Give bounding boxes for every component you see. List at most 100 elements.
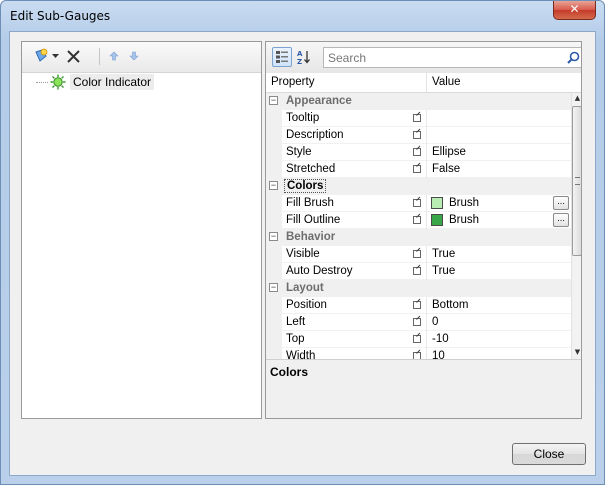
sub-gauges-panel: Color Indicator	[21, 41, 262, 419]
edit-brush-button[interactable]: ...	[553, 196, 569, 210]
add-gauge-button[interactable]	[32, 47, 50, 65]
property-value[interactable]: Brush	[449, 197, 479, 209]
edit-property-icon[interactable]	[413, 216, 421, 224]
edit-property-icon[interactable]	[413, 318, 421, 326]
move-down-icon	[129, 51, 139, 61]
property-value[interactable]: True	[432, 248, 455, 260]
close-button[interactable]: Close	[512, 443, 586, 465]
category-label: Appearance	[286, 95, 352, 107]
scrollbar-thumb[interactable]	[572, 106, 581, 256]
property-list: − Appearance Tooltip Description Style E…	[266, 93, 571, 359]
move-up-button[interactable]	[106, 47, 122, 65]
property-column-header: Property	[271, 76, 315, 88]
property-grid: A Z Property	[265, 41, 582, 419]
description-title: Colors	[270, 365, 309, 379]
collapse-icon[interactable]: −	[269, 96, 278, 105]
edit-property-icon[interactable]	[413, 250, 421, 258]
category-row[interactable]: − Layout	[266, 280, 571, 297]
category-label: Behavior	[286, 231, 336, 243]
property-name: Stretched	[286, 163, 336, 175]
property-value[interactable]: Ellipse	[432, 146, 466, 158]
svg-text:A: A	[297, 50, 303, 58]
property-row[interactable]: Tooltip	[266, 110, 571, 127]
collapse-icon[interactable]: −	[269, 232, 278, 241]
property-value[interactable]: 10	[432, 350, 445, 359]
tree-item-label: Color Indicator	[70, 74, 155, 90]
scroll-up-icon[interactable]: ▲	[573, 94, 581, 104]
add-gauge-dropdown[interactable]	[51, 47, 60, 65]
property-name: Visible	[286, 248, 320, 260]
edit-property-icon[interactable]	[413, 165, 421, 173]
close-icon: ✕	[569, 2, 580, 16]
edit-property-icon[interactable]	[413, 199, 421, 207]
edit-property-icon[interactable]	[413, 267, 421, 275]
edit-property-icon[interactable]	[413, 114, 421, 122]
edit-property-icon[interactable]	[413, 335, 421, 343]
description-pane: Colors	[266, 359, 581, 418]
title-bar[interactable]: Edit Sub-Gauges ✕	[1, 1, 604, 31]
category-label: Layout	[286, 282, 324, 294]
scroll-down-icon[interactable]: ▼	[573, 348, 581, 358]
search-input[interactable]	[324, 48, 568, 67]
property-row[interactable]: Fill Outline Brush ...	[266, 212, 571, 229]
window-close-button[interactable]: ✕	[553, 1, 596, 20]
property-row[interactable]: Auto Destroy True	[266, 263, 571, 280]
dropdown-arrow-icon	[52, 53, 59, 58]
edit-property-icon[interactable]	[413, 148, 421, 156]
categorized-view-icon	[276, 51, 288, 63]
property-row[interactable]: Description	[266, 127, 571, 144]
alphabetical-sort-icon: A Z	[297, 50, 310, 65]
move-up-icon	[109, 51, 119, 61]
property-row[interactable]: Fill Brush Brush ...	[266, 195, 571, 212]
delete-button[interactable]	[64, 47, 82, 65]
property-row[interactable]: Visible True	[266, 246, 571, 263]
dialog-content: Color Indicator A Z Search Property Valu…	[9, 31, 596, 476]
dialog-window: Edit Sub-Gauges ✕ Color Indicator A Z Se…	[0, 0, 605, 485]
property-value[interactable]: -10	[432, 333, 449, 345]
search-icon	[567, 51, 580, 64]
svg-text:Z: Z	[297, 58, 302, 65]
edit-brush-button[interactable]: ...	[553, 213, 569, 227]
property-value[interactable]: False	[432, 163, 460, 175]
value-column-header: Value	[432, 76, 461, 88]
grip-icon	[575, 177, 580, 185]
property-value[interactable]: Bottom	[432, 299, 468, 311]
edit-property-icon[interactable]	[413, 131, 421, 139]
property-name: Width	[286, 350, 316, 359]
collapse-icon[interactable]: −	[269, 181, 278, 190]
property-name: Description	[286, 129, 344, 141]
property-name: Fill Outline	[286, 214, 341, 226]
search-button[interactable]	[567, 51, 580, 67]
property-name: Fill Brush	[286, 197, 334, 209]
property-row[interactable]: Position Bottom	[266, 297, 571, 314]
category-row[interactable]: − Behavior	[266, 229, 571, 246]
sub-gauges-toolbar	[22, 42, 261, 73]
property-row[interactable]: Width 10	[266, 348, 571, 359]
property-grid-header: Property Value	[266, 73, 581, 93]
property-row[interactable]: Left 0	[266, 314, 571, 331]
property-row[interactable]: Style Ellipse	[266, 144, 571, 161]
category-row[interactable]: − Appearance	[266, 93, 571, 110]
column-divider[interactable]	[426, 73, 427, 92]
property-name: Tooltip	[286, 112, 320, 124]
property-name: Style	[286, 146, 312, 158]
category-row[interactable]: − Colors	[266, 178, 571, 195]
tree-item-color-indicator[interactable]: Color Indicator	[36, 73, 155, 91]
alphabetical-sort-button[interactable]: A Z	[294, 47, 314, 67]
property-grid-scrollbar[interactable]: ▲ ▼	[571, 93, 581, 359]
property-value[interactable]: True	[432, 265, 455, 277]
property-value[interactable]: 0	[432, 316, 438, 328]
property-name: Auto Destroy	[286, 265, 353, 277]
window-title: Edit Sub-Gauges	[10, 9, 111, 23]
delete-icon	[66, 49, 80, 63]
property-row[interactable]: Top -10	[266, 331, 571, 348]
search-box	[323, 47, 581, 68]
edit-property-icon[interactable]	[413, 352, 421, 359]
move-down-button[interactable]	[126, 47, 142, 65]
property-row[interactable]: Stretched False	[266, 161, 571, 178]
collapse-icon[interactable]: −	[269, 283, 278, 292]
toolbar-separator	[99, 48, 100, 65]
property-value[interactable]: Brush	[449, 214, 479, 226]
edit-property-icon[interactable]	[413, 301, 421, 309]
categorized-view-button[interactable]	[272, 47, 292, 67]
